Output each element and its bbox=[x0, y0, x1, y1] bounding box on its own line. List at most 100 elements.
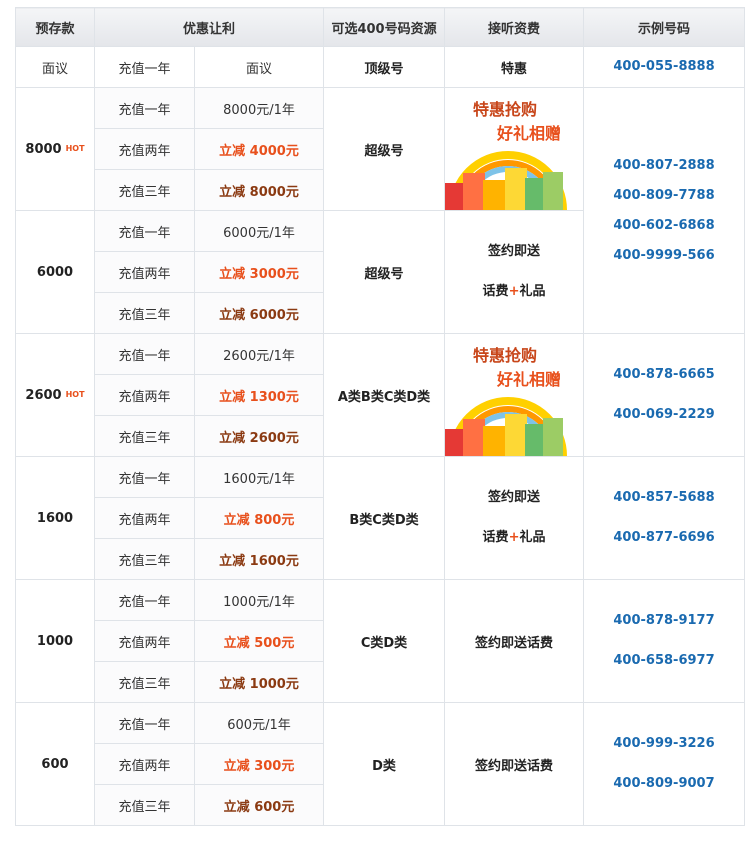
value-cell: 面议 bbox=[193, 46, 325, 88]
value-cell: 立减 1600元 bbox=[193, 538, 325, 580]
table-row: 8000 HOT 充值一年 8000元/1年 超级号 特惠抢购 好礼相赠 400… bbox=[15, 87, 746, 334]
example-number-link[interactable]: 400-658-6977 bbox=[584, 646, 744, 676]
example-number-link[interactable]: 400-877-6696 bbox=[584, 523, 744, 553]
value-cell: 立减 6000元 bbox=[193, 292, 325, 334]
period-cell: 充值两年 bbox=[94, 620, 195, 662]
promo-line2: 好礼相赠 bbox=[497, 124, 562, 143]
table-row: 1000 充值一年 1000元/1年 C类D类 签约即送话费 400-878-9… bbox=[15, 579, 746, 703]
value-cell: 立减 8000元 bbox=[193, 169, 325, 211]
period-cell: 充值两年 bbox=[94, 128, 195, 170]
period-cell: 充值三年 bbox=[94, 415, 195, 457]
value-cell: 6000元/1年 bbox=[193, 210, 325, 252]
value-cell: 立减 4000元 bbox=[193, 128, 325, 170]
value-cell: 立减 3000元 bbox=[193, 251, 325, 293]
type-cell: 超级号 bbox=[323, 87, 446, 211]
promo-banner[interactable]: 特惠抢购 好礼相赠 bbox=[445, 334, 584, 456]
fee-line2: 话费+礼品 bbox=[482, 530, 546, 545]
fee-cell: 签约即送话费 bbox=[444, 702, 585, 826]
period-cell: 充值两年 bbox=[94, 374, 195, 416]
fee-line1: 签约即送 bbox=[488, 244, 541, 259]
deposit-cell: 面议 bbox=[15, 46, 95, 88]
fee-cell: 签约即送 话费+礼品 bbox=[444, 210, 585, 334]
deposit-cell: 6000 bbox=[15, 210, 95, 334]
period-cell: 充值一年 bbox=[94, 333, 195, 375]
period-cell: 充值两年 bbox=[94, 743, 195, 785]
fee-line2: 话费+礼品 bbox=[482, 284, 546, 299]
period-cell: 充值三年 bbox=[94, 538, 195, 580]
example-number-link[interactable]: 400-999-3226 bbox=[584, 729, 744, 759]
value-cell: 立减 1000元 bbox=[193, 661, 325, 703]
example-number-link[interactable]: 400-807-2888 bbox=[584, 151, 744, 181]
period-cell: 充值一年 bbox=[94, 579, 195, 621]
header-example-number: 示例号码 bbox=[583, 7, 746, 47]
promo-line1: 特惠抢购 bbox=[473, 100, 538, 119]
number-cell: 400-878-6665 400-069-2229 bbox=[583, 333, 746, 457]
deposit-cell: 1000 bbox=[15, 579, 95, 703]
header-deposit: 预存款 bbox=[15, 7, 95, 47]
value-cell: 2600元/1年 bbox=[193, 333, 325, 375]
example-number-link[interactable]: 400-809-7788 bbox=[584, 181, 744, 211]
table-row: 1600 充值一年 1600元/1年 B类C类D类 签约即送 话费+礼品 400… bbox=[15, 456, 746, 580]
hot-badge: HOT bbox=[65, 143, 85, 153]
value-cell: 600元/1年 bbox=[193, 702, 325, 744]
fee-line1: 签约即送 bbox=[488, 490, 541, 505]
deposit-cell: 2600 HOT bbox=[15, 333, 95, 457]
value-cell: 立减 600元 bbox=[193, 784, 325, 826]
type-cell: 超级号 bbox=[323, 210, 446, 334]
pricing-table-wrapper: 预存款 优惠让利 可选400号码资源 接听资费 示例号码 面议 充值一年 面议 … bbox=[15, 7, 746, 826]
type-cell: C类D类 bbox=[323, 579, 446, 703]
number-cell: 400-999-3226 400-809-9007 bbox=[583, 702, 746, 826]
value-cell: 立减 1300元 bbox=[193, 374, 325, 416]
promo-line2: 好礼相赠 bbox=[497, 370, 562, 389]
table-row: 面议 充值一年 面议 顶级号 特惠 400-055-8888 bbox=[15, 46, 746, 88]
promo-line1: 特惠抢购 bbox=[473, 346, 538, 365]
fee-cell: 签约即送话费 bbox=[444, 579, 585, 703]
period-cell: 充值三年 bbox=[94, 784, 195, 826]
period-cell: 充值三年 bbox=[94, 292, 195, 334]
period-cell: 充值一年 bbox=[94, 210, 195, 252]
fee-cell: 特惠 bbox=[444, 46, 585, 88]
example-number-link[interactable]: 400-878-6665 bbox=[584, 360, 744, 390]
header-discount: 优惠让利 bbox=[93, 7, 325, 47]
example-number-link[interactable]: 400-069-2229 bbox=[584, 400, 744, 430]
value-cell: 8000元/1年 bbox=[193, 87, 325, 129]
header-number-resource: 可选400号码资源 bbox=[323, 7, 446, 47]
value-cell: 立减 300元 bbox=[193, 743, 325, 785]
period-cell: 充值三年 bbox=[94, 169, 195, 211]
type-cell: A类B类C类D类 bbox=[323, 333, 446, 457]
example-number-link[interactable]: 400-055-8888 bbox=[584, 52, 744, 82]
example-number-link[interactable]: 400-878-9177 bbox=[584, 606, 744, 636]
period-cell: 充值一年 bbox=[94, 87, 195, 129]
value-cell: 立减 500元 bbox=[193, 620, 325, 662]
table-row: 600 充值一年 600元/1年 D类 签约即送话费 400-999-3226 … bbox=[15, 702, 746, 826]
number-cell: 400-878-9177 400-658-6977 bbox=[583, 579, 746, 703]
deposit-cell: 600 bbox=[15, 702, 95, 826]
pricing-table: 预存款 优惠让利 可选400号码资源 接听资费 示例号码 面议 充值一年 面议 … bbox=[15, 7, 746, 826]
promo-cell: 特惠抢购 好礼相赠 bbox=[444, 87, 585, 211]
promo-banner[interactable]: 特惠抢购 好礼相赠 bbox=[445, 88, 584, 210]
value-cell: 1000元/1年 bbox=[193, 579, 325, 621]
value-cell: 1600元/1年 bbox=[193, 456, 325, 498]
type-cell: B类C类D类 bbox=[323, 456, 446, 580]
type-cell: D类 bbox=[323, 702, 446, 826]
example-number-link[interactable]: 400-9999-566 bbox=[584, 241, 744, 271]
deposit-cell: 1600 bbox=[15, 456, 95, 580]
period-cell: 充值两年 bbox=[94, 251, 195, 293]
example-number-link[interactable]: 400-809-9007 bbox=[584, 769, 744, 799]
type-cell: 顶级号 bbox=[323, 46, 446, 88]
fee-cell: 签约即送 话费+礼品 bbox=[444, 456, 585, 580]
header-row: 预存款 优惠让利 可选400号码资源 接听资费 示例号码 bbox=[15, 7, 746, 47]
period-cell: 充值一年 bbox=[94, 456, 195, 498]
number-cell: 400-055-8888 bbox=[583, 46, 746, 88]
table-row: 2600 HOT 充值一年 2600元/1年 A类B类C类D类 特惠抢购 好礼相… bbox=[15, 333, 746, 457]
example-number-link[interactable]: 400-602-6868 bbox=[584, 211, 744, 241]
period-cell: 充值一年 bbox=[94, 702, 195, 744]
deposit-cell: 8000 HOT bbox=[15, 87, 95, 211]
value-cell: 立减 2600元 bbox=[193, 415, 325, 457]
example-number-link[interactable]: 400-857-5688 bbox=[584, 483, 744, 513]
header-fee: 接听资费 bbox=[444, 7, 585, 47]
number-cell: 400-807-2888 400-809-7788 400-602-6868 4… bbox=[583, 87, 746, 334]
number-cell: 400-857-5688 400-877-6696 bbox=[583, 456, 746, 580]
hot-badge: HOT bbox=[65, 389, 85, 399]
period-cell: 充值三年 bbox=[94, 661, 195, 703]
